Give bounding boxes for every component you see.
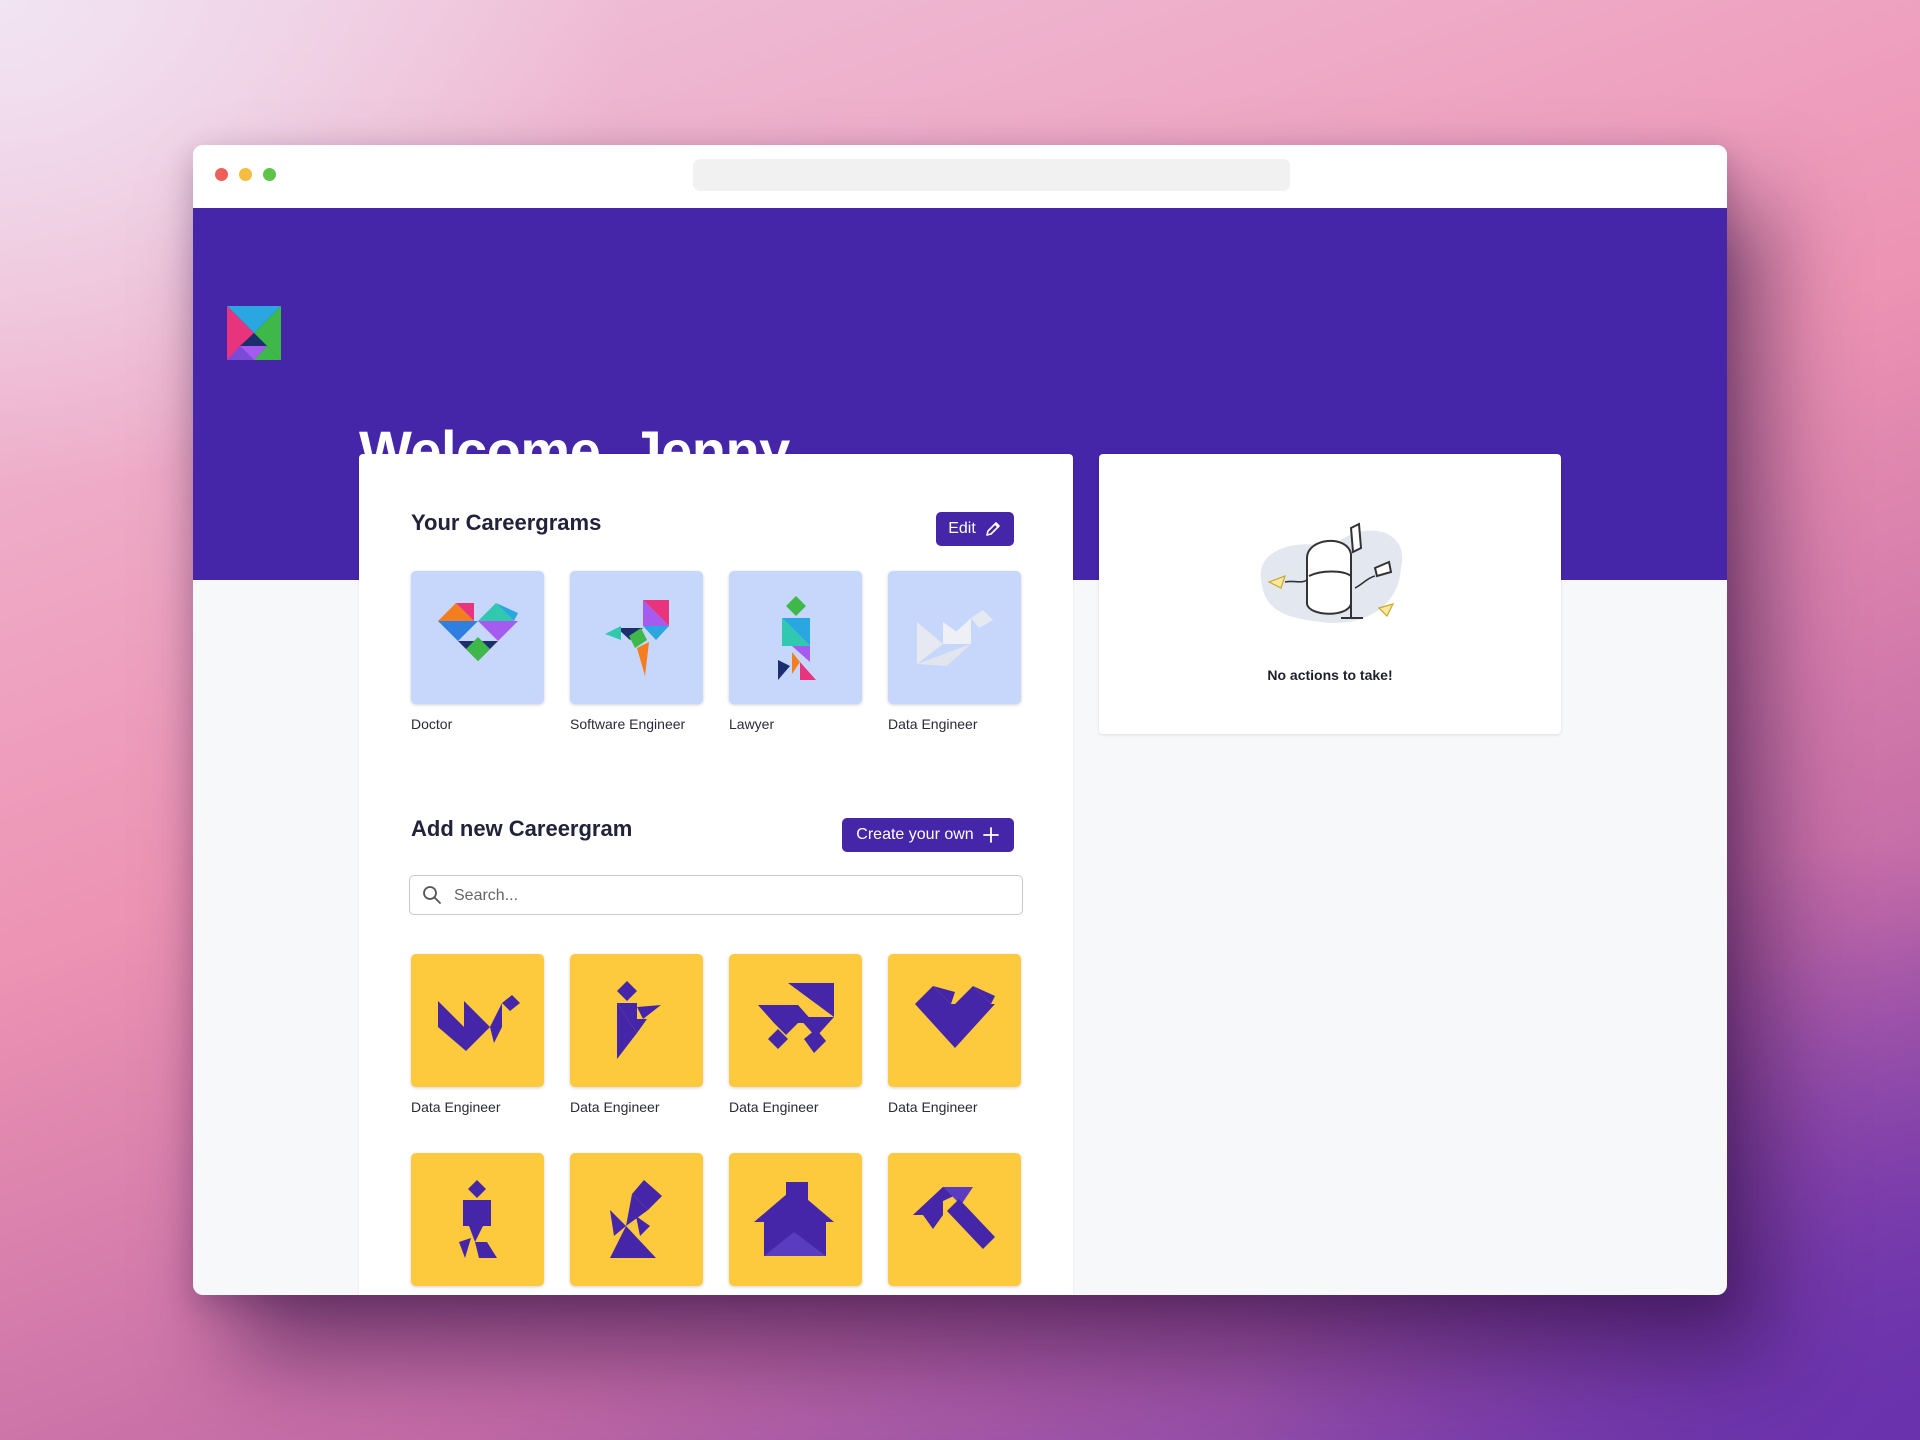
- careergram-tile-lawyer[interactable]: [729, 571, 862, 704]
- pencil-icon: [985, 522, 1000, 536]
- minimize-window-button[interactable]: [239, 168, 252, 181]
- maximize-window-button[interactable]: [263, 168, 276, 181]
- careergrams-card: Your Careergrams Edit Doctor Software En…: [359, 454, 1073, 1295]
- tangram-figure-icon: [616, 980, 661, 1059]
- tangram-logo-icon[interactable]: [227, 306, 281, 360]
- careergram-label: Data Engineer: [888, 716, 978, 732]
- template-label: Data Engineer: [411, 1099, 501, 1115]
- tangram-swan-icon: [437, 994, 520, 1051]
- empty-mailbox-illustration: [1260, 522, 1403, 624]
- create-your-own-label: Create your own: [856, 826, 974, 843]
- template-label: Data Engineer: [729, 1099, 819, 1115]
- browser-titlebar: [193, 145, 1727, 208]
- tangram-swan-icon: [916, 609, 993, 666]
- tangram-person-icon: [777, 595, 816, 680]
- tangram-heart-icon: [914, 985, 995, 1048]
- template-tile[interactable]: [888, 1153, 1021, 1286]
- edit-button[interactable]: Edit: [936, 512, 1014, 546]
- careergram-tile-software-engineer[interactable]: [570, 571, 703, 704]
- edit-button-label: Edit: [948, 520, 976, 537]
- careergram-label: Lawyer: [729, 716, 775, 732]
- add-new-careergram-title: Add new Careergram: [411, 816, 633, 841]
- template-label: Data Engineer: [888, 1099, 978, 1115]
- tangram-kneel-icon: [609, 1179, 662, 1258]
- plus-icon: [982, 827, 999, 843]
- careergram-search-field[interactable]: [409, 875, 1023, 916]
- tangram-bird-icon: [604, 599, 669, 676]
- tangram-house-icon: [753, 1181, 834, 1256]
- tangram-heart-icon: [437, 602, 518, 661]
- create-your-own-button[interactable]: Create your own: [842, 818, 1014, 852]
- tangram-cat-icon: [757, 982, 834, 1053]
- your-careergrams-title: Your Careergrams: [411, 510, 602, 535]
- search-icon: [423, 886, 441, 904]
- template-tile[interactable]: [888, 954, 1021, 1087]
- tangram-walker-icon: [458, 1179, 497, 1258]
- template-tile[interactable]: [729, 954, 862, 1087]
- template-tile[interactable]: [411, 1153, 544, 1286]
- careergram-tile-doctor[interactable]: [411, 571, 544, 704]
- careergram-tile-data-engineer[interactable]: [888, 571, 1021, 704]
- careergram-label: Doctor: [411, 716, 453, 732]
- close-window-button[interactable]: [215, 168, 228, 181]
- template-tile[interactable]: [570, 1153, 703, 1286]
- search-input[interactable]: [452, 876, 1016, 916]
- actions-card: No actions to take!: [1099, 454, 1561, 734]
- careergram-label: Software Engineer: [570, 716, 686, 732]
- tangram-hammer-icon: [912, 1186, 995, 1249]
- template-tile[interactable]: [411, 954, 544, 1087]
- template-tile[interactable]: [570, 954, 703, 1087]
- no-actions-message: No actions to take!: [1267, 667, 1393, 683]
- browser-window: Welcome, Jenny. Your Careergrams Edit Do…: [193, 145, 1727, 1295]
- template-label: Data Engineer: [570, 1099, 660, 1115]
- template-tile[interactable]: [729, 1153, 862, 1286]
- address-bar[interactable]: [693, 159, 1290, 191]
